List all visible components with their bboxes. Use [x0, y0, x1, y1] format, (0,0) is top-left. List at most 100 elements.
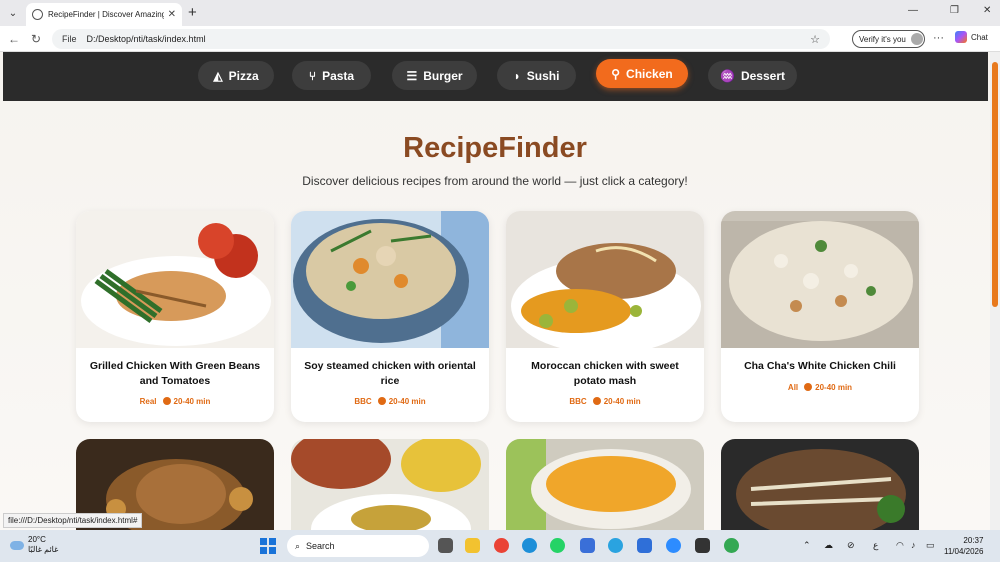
fish-icon: ◗	[513, 68, 521, 83]
recipe-card[interactable]	[721, 439, 919, 530]
whatsapp-icon[interactable]	[550, 538, 565, 553]
clock-icon	[162, 397, 171, 405]
weather-text: غائم غالبًا	[28, 545, 59, 554]
category-label: Pasta	[322, 68, 355, 83]
recipe-title: Grilled Chicken With Green Beans and Tom…	[89, 360, 261, 387]
clock-icon	[592, 397, 601, 405]
weather-widget[interactable]: 20°C غائم غالبًا	[10, 535, 58, 555]
recipe-time: 20-40 min	[173, 397, 211, 406]
url-text: D:/Desktop/nti/task/index.html	[86, 34, 206, 44]
minimize-icon[interactable]: —	[908, 5, 918, 16]
pizza-icon: ◭	[213, 68, 223, 83]
category-label: Sushi	[526, 68, 560, 83]
recipe-card[interactable]: Moroccan chicken with sweet potato mash …	[506, 211, 704, 422]
chat-label: Chat	[971, 32, 988, 42]
cloud-icon	[10, 540, 24, 550]
recipe-image	[291, 439, 489, 530]
reload-icon[interactable]: ↻	[31, 32, 41, 46]
favorite-star-icon[interactable]: ☆	[810, 33, 820, 46]
recipe-time: 20-40 min	[603, 397, 641, 406]
file-explorer-icon[interactable]	[465, 538, 480, 553]
recipe-source: BBC	[354, 397, 372, 406]
chrome-profile-icon[interactable]	[724, 538, 739, 553]
fork-knife-icon: ⑂	[308, 68, 317, 83]
recipe-time: 20-40 min	[388, 397, 426, 406]
tab-actions-icon[interactable]: ⌄	[4, 4, 22, 22]
category-burger[interactable]: ☰ Burger	[392, 61, 477, 90]
scrollbar-thumb[interactable]	[992, 62, 998, 307]
onedrive-icon[interactable]: ☁	[824, 540, 833, 551]
globe-icon	[32, 9, 43, 20]
category-label: Dessert	[740, 68, 785, 83]
close-window-icon[interactable]: ✕	[983, 5, 991, 16]
burger-icon: ☰	[406, 68, 418, 83]
notification-off-icon[interactable]: ⊘	[847, 540, 855, 551]
chrome-icon[interactable]	[494, 538, 509, 553]
recipe-title: Soy steamed chicken with oriental rice	[304, 360, 476, 387]
category-label: Pizza	[228, 68, 259, 83]
recipe-title: Moroccan chicken with sweet potato mash	[531, 360, 679, 387]
category-pasta[interactable]: ⑂ Pasta	[292, 61, 371, 90]
close-tab-icon[interactable]: ✕	[168, 9, 176, 20]
page-subtitle: Discover delicious recipes from around t…	[302, 174, 688, 188]
category-pizza[interactable]: ◭ Pizza	[198, 61, 274, 90]
category-navbar: ◭ Pizza ⑂ Pasta ☰ Burger ◗ Sushi ⚲ Chick…	[3, 52, 988, 101]
maximize-icon[interactable]: ❐	[950, 5, 959, 16]
telegram-icon[interactable]	[608, 538, 623, 553]
verify-profile-button[interactable]: Verify it's you	[852, 30, 925, 48]
recipe-card[interactable]: Soy steamed chicken with oriental rice B…	[291, 211, 489, 422]
recipe-image	[721, 211, 919, 348]
address-bar[interactable]: File D:/Desktop/nti/task/index.html ☆	[52, 29, 830, 49]
category-dessert[interactable]: ♒ Dessert	[708, 61, 797, 90]
more-options-icon[interactable]: ···	[933, 32, 944, 44]
recipe-image	[291, 211, 489, 348]
recipe-source: BBC	[569, 397, 587, 406]
browser-tab[interactable]: RecipeFinder | Discover Amazing R ✕	[26, 3, 182, 26]
new-tab-icon[interactable]: +	[188, 4, 197, 21]
category-sushi[interactable]: ◗ Sushi	[497, 61, 576, 90]
back-icon[interactable]: ←	[8, 32, 20, 46]
page-title: RecipeFinder	[403, 132, 587, 164]
page-scrollbar[interactable]	[990, 52, 1000, 530]
volume-icon[interactable]: ♪	[911, 540, 916, 550]
browser-chrome: ⌄ RecipeFinder | Discover Amazing R ✕ + …	[0, 0, 1000, 52]
wifi-icon[interactable]: ◠	[896, 540, 904, 551]
edge-icon[interactable]	[522, 538, 537, 553]
copilot-chat-button[interactable]: Chat	[955, 31, 988, 43]
windows-start-icon[interactable]	[260, 538, 276, 554]
recipe-source: All	[787, 383, 799, 392]
zoom-icon[interactable]	[666, 538, 681, 553]
language-icon[interactable]: ع	[873, 540, 878, 551]
battery-icon[interactable]: ▭	[926, 540, 935, 551]
recipe-card[interactable]	[506, 439, 704, 530]
search-label: Search	[306, 541, 335, 551]
mail-icon[interactable]	[637, 538, 652, 553]
recipe-image	[506, 211, 704, 348]
page-viewport: ◭ Pizza ⑂ Pasta ☰ Burger ◗ Sushi ⚲ Chick…	[0, 52, 990, 530]
drumstick-icon: ⚲	[611, 66, 621, 81]
clock-icon	[377, 397, 386, 405]
recipe-card[interactable]: Cha Cha's White Chicken Chili All 20-40 m…	[721, 211, 919, 422]
system-clock[interactable]: 20:37 11/04/2026	[944, 535, 983, 557]
recipe-image	[76, 211, 274, 348]
store-icon[interactable]	[580, 538, 595, 553]
task-view-icon[interactable]	[438, 538, 453, 553]
recipe-source: Real	[139, 397, 157, 406]
recipe-image	[721, 439, 919, 530]
cake-icon: ♒	[720, 68, 735, 83]
recipe-card[interactable]	[291, 439, 489, 530]
recipe-card[interactable]: Grilled Chicken With Green Beans and Tom…	[76, 211, 274, 422]
clock-time: 20:37	[963, 536, 984, 545]
copilot-icon	[955, 31, 967, 43]
category-chicken[interactable]: ⚲ Chicken	[596, 59, 688, 88]
clock-icon	[804, 383, 813, 391]
clock-date: 11/04/2026	[944, 547, 984, 556]
recipe-meta: BBC 20-40 min	[291, 397, 489, 406]
recipe-meta: BBC 20-40 min	[506, 397, 704, 406]
verify-label: Verify it's you	[859, 34, 906, 44]
tray-overflow-icon[interactable]: ⌃	[803, 540, 811, 551]
weather-temp: 20°C	[28, 535, 46, 544]
app-icon[interactable]	[695, 538, 710, 553]
tab-strip: ⌄ RecipeFinder | Discover Amazing R ✕ + …	[0, 0, 1000, 26]
taskbar-search[interactable]: ⌕ Search	[287, 535, 429, 557]
